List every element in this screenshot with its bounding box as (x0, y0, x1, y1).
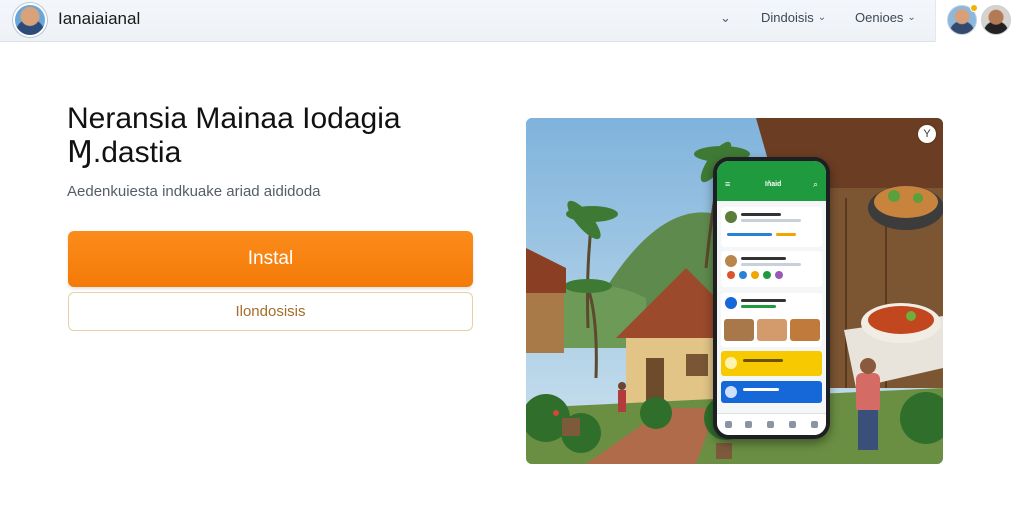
promo-banner-blue (721, 381, 822, 403)
brand-name[interactable]: Ianaiaianal (58, 9, 140, 29)
chevron-down-icon[interactable]: ⌄ (720, 10, 731, 26)
chevron-down-icon: ⌄ (907, 12, 916, 23)
chevron-down-icon: ⌄ (817, 12, 827, 23)
list-item (721, 293, 822, 347)
close-icon[interactable]: Y (918, 125, 936, 143)
hero-title: Neransia Mainaa Iodagia Ɱ.dastia (67, 102, 487, 170)
nav-menu-2-label: Oenioes (855, 10, 904, 25)
menu-icon: ≡ (725, 179, 731, 189)
nav-menu-2[interactable]: Oenioes ⌄ (855, 10, 916, 25)
nav-menu-1-label: Dindoisis (761, 10, 814, 25)
app-header: ≡ Iñaid ⌕ (717, 161, 826, 201)
promo-banner (721, 351, 822, 376)
install-button[interactable]: Instal (68, 231, 473, 287)
user-avatar-secondary[interactable] (981, 5, 1011, 35)
app-screen: ≡ Iñaid ⌕ (717, 161, 826, 435)
hero-subtitle: Aedenkuiesta indkuake ariad aididoda (67, 183, 321, 200)
list-item (721, 207, 822, 247)
secondary-button[interactable]: Ilondosisis (68, 292, 473, 331)
nav-menu-1[interactable]: Dindoisis ⌄ (761, 10, 826, 25)
brand-avatar-icon[interactable] (13, 3, 47, 37)
top-navigation-bar: Ianaiaianal ⌄ Dindoisis ⌄ Oenioes ⌄ (0, 0, 1024, 42)
phone-mockup: ≡ Iñaid ⌕ (713, 157, 830, 439)
hero-title-line-1: Neransia Mainaa Iodagia (67, 102, 401, 135)
profile-area (935, 0, 1024, 42)
hero-title-line-2: Ɱ.dastia (67, 136, 182, 169)
search-icon: ⌕ (812, 179, 818, 189)
app-tab-bar (717, 413, 826, 435)
list-item (721, 251, 822, 287)
notification-dot-icon (970, 4, 978, 12)
app-header-title: Iñaid (765, 181, 782, 188)
